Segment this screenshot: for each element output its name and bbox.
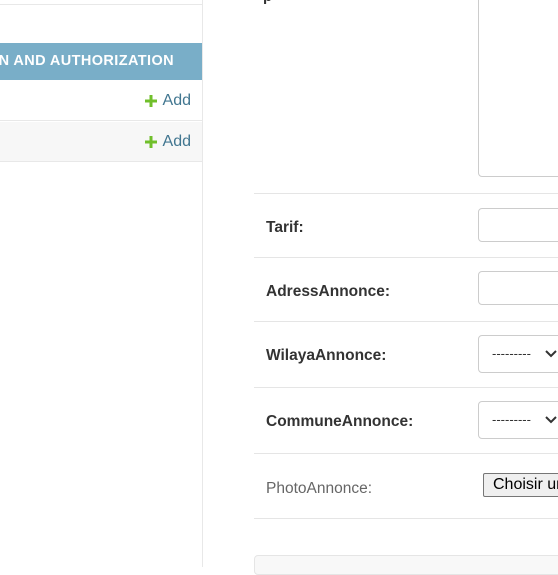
plus-icon: [144, 136, 157, 148]
form-row-photo: PhotoAnnonce: Choisir un fichier: [254, 453, 558, 519]
chevron-down-icon: [545, 416, 557, 424]
commune-select[interactable]: ---------: [478, 401, 558, 439]
photo-label: PhotoAnnonce:: [266, 480, 373, 497]
commune-selected-value: ---------: [492, 412, 531, 427]
adress-label: AdressAnnonce:: [266, 283, 391, 300]
form-row-tarif: Tarif:: [254, 193, 558, 258]
commune-label: CommuneAnnonce:: [266, 413, 414, 430]
section-caption[interactable]: N AND AUTHORIZATION: [0, 43, 202, 80]
add-link-label: Add: [162, 133, 191, 150]
field-label: p: [263, 0, 272, 5]
chevron-down-icon: [545, 350, 557, 358]
section-caption-text: N AND AUTHORIZATION: [0, 53, 174, 69]
sidebar: N AND AUTHORIZATION Add Add: [0, 0, 203, 567]
sidebar-row: Add: [0, 122, 202, 162]
add-link[interactable]: Add: [144, 122, 191, 162]
plus-icon: [144, 95, 157, 107]
sidebar-row: Add: [0, 81, 202, 121]
tarif-label: Tarif:: [266, 219, 304, 236]
submit-row: [254, 555, 558, 575]
wilaya-selected-value: ---------: [492, 346, 531, 361]
wilaya-label: WilayaAnnonce:: [266, 347, 387, 364]
tarif-input[interactable]: [478, 208, 558, 242]
form-row-wilaya: WilayaAnnonce: ---------: [254, 321, 558, 388]
form-row-adress: AdressAnnonce:: [254, 257, 558, 322]
add-link-label: Add: [162, 92, 191, 109]
choose-file-button[interactable]: Choisir un fichier: [483, 473, 558, 497]
divider: [0, 4, 202, 5]
main-form: p Tarif: AdressAnnonce: WilayaAnnonce: -…: [203, 0, 558, 575]
add-link[interactable]: Add: [144, 81, 191, 121]
wilaya-select[interactable]: ---------: [478, 335, 558, 373]
form-row-commune: CommuneAnnonce: ---------: [254, 387, 558, 454]
adress-input[interactable]: [478, 271, 558, 305]
description-textarea[interactable]: [478, 0, 558, 177]
